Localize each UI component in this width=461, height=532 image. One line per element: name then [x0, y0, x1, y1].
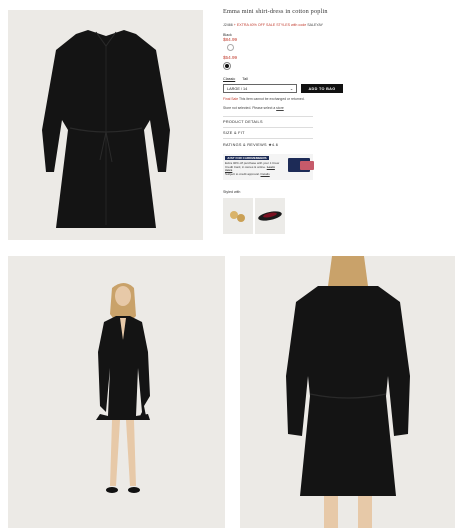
size-value: LARGE / 14 — [227, 86, 248, 91]
chevron-down-icon: ⌄ — [289, 87, 293, 91]
card-footer-text: Subject to credit approval. — [225, 171, 260, 176]
earrings-thumb[interactable] — [223, 198, 253, 234]
original-price: $84.99 — [223, 37, 238, 42]
promo-item-code: J2466 — [223, 23, 233, 27]
size-select[interactable]: LARGE / 14 ⌄ — [223, 84, 297, 93]
styled-with-thumbs — [223, 198, 455, 234]
accordion-list: PRODUCT DETAILS SIZE & FIT RATINGS & REV… — [223, 116, 455, 150]
store-text: Store not selected. Please select a — [223, 106, 276, 110]
accordion-label: SIZE & FIT — [223, 131, 245, 135]
card-promo-header: JUST FOR CARDMEMBERS — [225, 156, 269, 160]
rating-stars: ★4.6 — [268, 143, 279, 147]
color-swatch-black[interactable] — [223, 62, 231, 70]
credit-card-image — [288, 158, 314, 172]
product-image-model-front[interactable] — [8, 256, 225, 528]
accordion-ratings-reviews[interactable]: RATINGS & REVIEWS ★4.6 — [223, 138, 313, 150]
product-image-model-back[interactable] — [240, 256, 455, 528]
card-promo-text: Extra 40% off purchase with your J.Crew … — [225, 161, 280, 176]
color-swatch-option[interactable] — [227, 44, 234, 51]
sale-price: $54.99 — [223, 55, 238, 60]
accordion-size-fit[interactable]: SIZE & FIT — [223, 127, 313, 138]
tab-classic[interactable]: Classic — [223, 77, 235, 81]
model-back-illustration — [240, 256, 455, 528]
accordion-label: RATINGS & REVIEWS ★4.6 — [223, 143, 279, 147]
final-sale-note: Final Sale This item cannot be exchanged… — [223, 97, 455, 101]
final-sale-text: This item cannot be exchanged or returne… — [238, 97, 305, 101]
accordion-label: PRODUCT DETAILS — [223, 120, 263, 124]
promo-text: + EXTRA 40% OFF SALE STYLES with code — [233, 23, 307, 27]
cart-row: LARGE / 14 ⌄ ADD TO BAG — [223, 84, 455, 93]
styled-with-label: Styled with — [223, 190, 241, 194]
product-title: Emma mini shirt-dress in cotton poplin — [223, 8, 328, 15]
card-details-link[interactable]: Details — [261, 172, 270, 176]
add-to-bag-button[interactable]: ADD TO BAG — [301, 84, 343, 93]
model-front-illustration — [8, 256, 225, 528]
shoe-icon — [258, 211, 282, 221]
tab-tall[interactable]: Tall — [242, 77, 248, 81]
promo-line: J2466 + EXTRA 40% OFF SALE STYLES with c… — [223, 23, 455, 27]
earrings-icon — [230, 211, 245, 222]
store-note: Store not selected. Please select a stor… — [223, 106, 455, 110]
final-sale-label: Final Sale — [223, 97, 239, 101]
promo-code: SALEYAY — [307, 23, 324, 27]
product-info: Emma mini shirt-dress in cotton poplin J… — [223, 8, 455, 234]
cardmember-promo: JUST FOR CARDMEMBERS Extra 40% off purch… — [223, 154, 314, 180]
product-image-main[interactable] — [8, 10, 203, 240]
dress-flat-illustration — [8, 10, 203, 240]
accordion-product-details[interactable]: PRODUCT DETAILS — [223, 116, 313, 127]
fit-tabs: Classic Tall — [223, 77, 455, 81]
flats-thumb[interactable] — [255, 198, 285, 234]
store-link[interactable]: store — [276, 106, 284, 110]
